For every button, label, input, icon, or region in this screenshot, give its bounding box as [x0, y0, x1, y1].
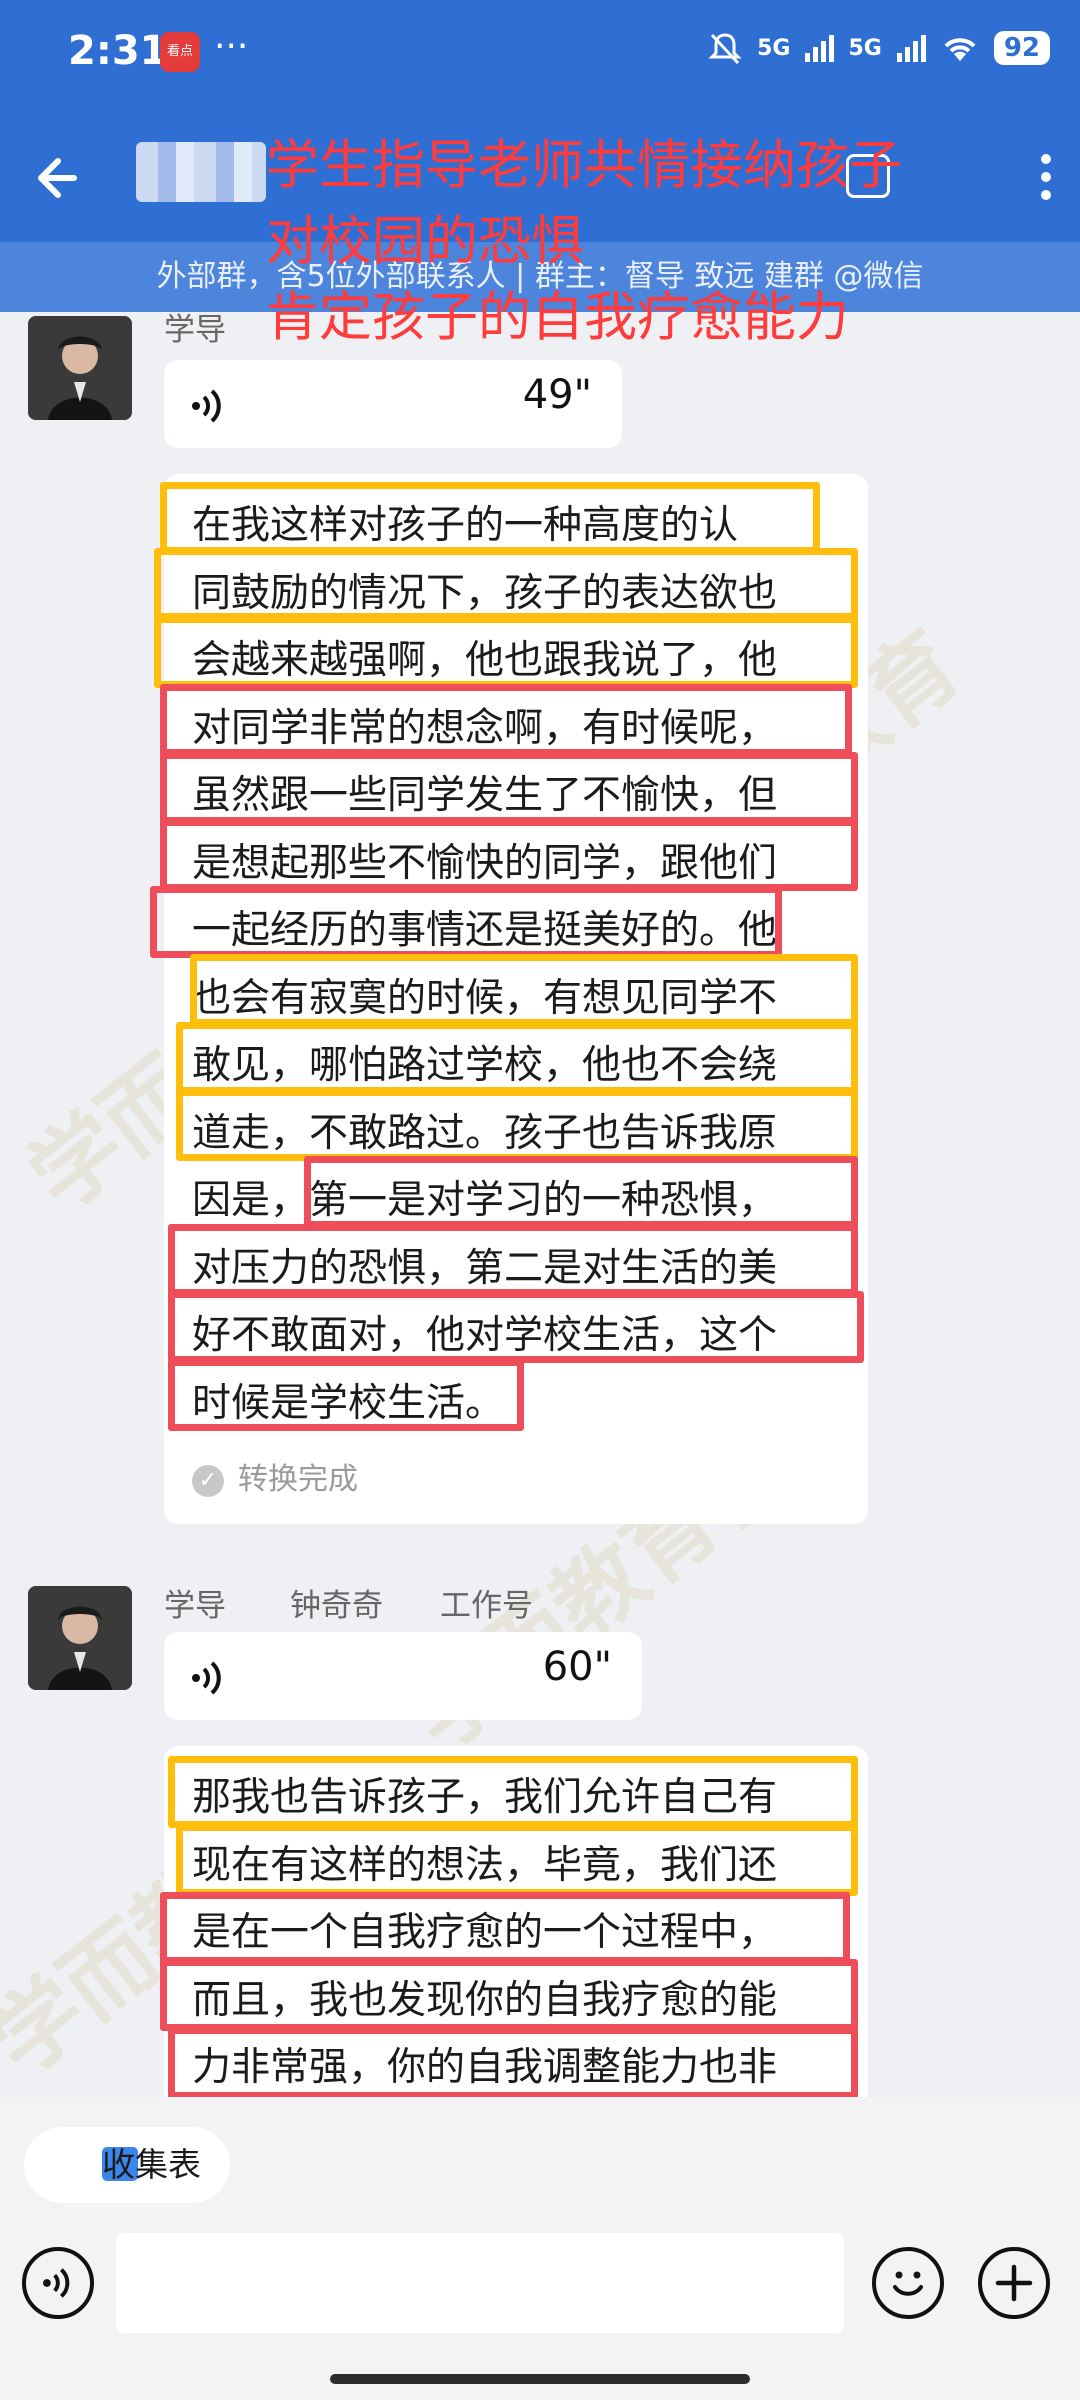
- wifi-icon: [944, 38, 976, 61]
- check-icon: ✓: [192, 1464, 224, 1497]
- voice-wave-icon: [192, 1661, 221, 1695]
- sender-avatar[interactable]: [28, 1586, 132, 1690]
- highlight-box-yellow: [190, 954, 858, 1026]
- highlight-box-red: [168, 1291, 864, 1363]
- sender-name: 钟奇奇: [290, 1588, 383, 1624]
- conversion-status: ✓ 转换完成: [192, 1454, 358, 1498]
- more-actions-button[interactable]: [978, 2247, 1050, 2319]
- status-time: 2:31: [68, 28, 168, 74]
- signal-5g-2: 5G: [848, 35, 882, 61]
- highlight-box-yellow: [168, 1756, 858, 1828]
- voice-icon: [43, 2268, 70, 2298]
- sender-tag: 工作号: [440, 1588, 533, 1624]
- caption-overlay: 学生指导老师共情接纳孩子 对校园的恐惧 肯定孩子的自我疗愈能力: [266, 128, 902, 356]
- voice-wave-icon: [192, 389, 221, 423]
- highlight-box-red: [160, 684, 852, 756]
- highlight-box-red: [168, 2027, 858, 2097]
- highlight-box-yellow: [154, 616, 858, 688]
- more-options-icon[interactable]: [1038, 148, 1054, 218]
- voice-message[interactable]: 49": [164, 360, 622, 448]
- transcript-bubble[interactable]: 在我这样对孩子的一种高度的认 同鼓励的情况下，孩子的表达欲也 会越来越强啊，他也…: [150, 474, 868, 1524]
- highlight-box-red: [304, 1156, 858, 1228]
- mute-icon: [708, 33, 742, 65]
- status-bar: 2:31 看点 ··· 5G 5G 92: [0, 0, 1080, 112]
- highlight-box-red: [150, 886, 782, 958]
- caption-line-2: 对校园的恐惧: [266, 211, 584, 272]
- highlight-box-yellow: [176, 1824, 858, 1896]
- more-notifications-icon: ···: [214, 26, 249, 67]
- status-icons: 5G 5G 92: [707, 30, 1050, 66]
- highlight-box-red: [160, 819, 858, 891]
- signal-5g-1: 5G: [757, 35, 791, 61]
- plus-icon: [995, 2264, 1033, 2302]
- home-indicator[interactable]: [330, 2374, 750, 2384]
- transcript-bubble[interactable]: 那我也告诉孩子，我们允许自己有 现在有这样的想法，毕竟，我们还 是在一个自我疗愈…: [160, 1746, 868, 2097]
- message-input[interactable]: [116, 2233, 844, 2333]
- sender-name: 学导: [164, 312, 226, 348]
- highlight-box-red: [160, 1892, 850, 1964]
- conversion-status-label: 转换完成: [238, 1462, 358, 1497]
- highlight-box-yellow: [176, 1089, 858, 1161]
- highlight-box-yellow: [160, 482, 820, 554]
- voice-duration: 49": [522, 372, 592, 418]
- sender-role: 学导: [164, 1588, 226, 1624]
- signal-icon-1: [805, 35, 835, 62]
- emoji-button[interactable]: [872, 2247, 944, 2319]
- chat-title-blurred: [136, 142, 266, 202]
- highlight-box-yellow: [176, 1022, 858, 1094]
- caption-line-1: 学生指导老师共情接纳孩子: [266, 135, 902, 196]
- emoji-icon: [893, 2271, 923, 2296]
- highlight-box-red: [160, 752, 858, 824]
- collect-form-label: 收集表: [102, 2145, 201, 2184]
- battery-indicator: 92: [993, 31, 1050, 65]
- message-list[interactable]: 学而教育咨询 学而教育 学而教育咨询 学而教育 学导 49" 在我这样对孩子的一…: [0, 312, 1080, 2097]
- sender-avatar[interactable]: [28, 316, 132, 420]
- news-app-icon: 看点: [160, 32, 200, 72]
- voice-message[interactable]: 60": [164, 1632, 642, 1720]
- highlight-box-yellow: [154, 548, 858, 620]
- highlight-box-red: [168, 1224, 858, 1296]
- voice-duration: 60": [542, 1644, 612, 1690]
- signal-icon-2: [896, 35, 926, 62]
- caption-line-3: 肯定孩子的自我疗愈能力: [266, 287, 849, 348]
- back-arrow-icon[interactable]: [30, 148, 90, 208]
- highlight-box-red: [160, 1959, 858, 2031]
- voice-input-button[interactable]: [22, 2247, 94, 2319]
- collect-form-shortcut[interactable]: 收集表: [24, 2127, 230, 2203]
- highlight-box-red: [168, 1359, 524, 1431]
- input-area: 收集表: [0, 2097, 1080, 2400]
